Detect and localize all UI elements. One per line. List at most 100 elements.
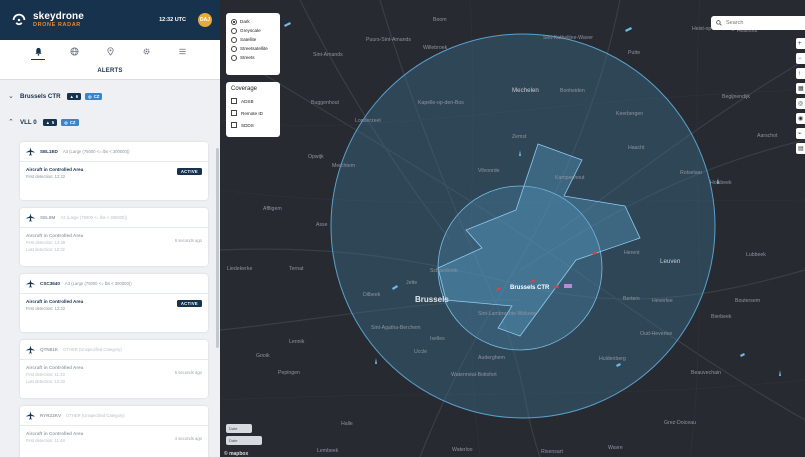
- map-style-label: Dark: [240, 19, 250, 24]
- place-label: Lembeek: [317, 448, 339, 454]
- alert-count: 5: [51, 119, 55, 125]
- radio-button[interactable]: [231, 18, 237, 25]
- alert-group-vll0[interactable]: ⌃ VLL 0 ▲ 5 ◎ CZ: [0, 112, 220, 132]
- alert-last-detection: Last detection: 12:33: [26, 379, 65, 384]
- map-style-label: Streetsatellite: [240, 46, 268, 51]
- alert-age: 4 seconds ago: [174, 436, 202, 441]
- coverage-option[interactable]: Remote ID: [231, 107, 275, 119]
- place-label: Asse: [316, 222, 328, 228]
- coverage-option[interactable]: SDDS: [231, 119, 275, 131]
- map-style-label: Satellite: [240, 37, 257, 42]
- search-input[interactable]: [726, 20, 796, 26]
- place-label: Holsbeek: [710, 180, 732, 186]
- map-tool-button[interactable]: ◉: [796, 113, 805, 124]
- alert-card-header: SEL1ED A3 (Large (75000 <= lbs < 300000)…: [20, 142, 208, 162]
- sidebar-tabs: [0, 40, 220, 62]
- alert-card-header: QTN61K OTHER (Unspecified Category): [20, 340, 208, 360]
- alert-card[interactable]: RYR22KV OTHER (Unspecified Category) Air…: [20, 406, 208, 457]
- map-style-option[interactable]: Streetsatellite: [231, 44, 275, 53]
- place-label: Lennik: [289, 339, 305, 345]
- place-label: Sint-Agatha-Berchem: [371, 325, 421, 331]
- alert-card[interactable]: SEL8M A3 (Large (75000 <= lbs < 300000))…: [20, 208, 208, 266]
- place-label: Rixensart: [541, 449, 563, 455]
- radio-button[interactable]: [231, 54, 237, 61]
- radio-button[interactable]: [231, 27, 237, 34]
- app-window: Brussels Leuven Mechelen Boom Puurs-Sint-Ama…: [0, 0, 805, 457]
- place-label: Begijnendijk: [722, 94, 750, 100]
- map-canvas[interactable]: [220, 0, 805, 457]
- alert-card[interactable]: QTN61K OTHER (Unspecified Category) Airc…: [20, 340, 208, 398]
- time-chip[interactable]: Date: [226, 424, 252, 433]
- alert-category: A3 (Large (75000 <= lbs < 300000)): [60, 215, 128, 220]
- map-style-option[interactable]: Streets: [231, 53, 275, 62]
- map-tool-button[interactable]: −: [796, 53, 805, 64]
- alert-group-brussels-ctr[interactable]: ⌄ Brussels CTR ▲ 6 ◎ CZ: [0, 86, 220, 106]
- tab-alerts[interactable]: [27, 40, 49, 62]
- place-label: Uccle: [414, 349, 427, 355]
- airplane-icon: [26, 345, 35, 354]
- place-label: Bertem: [623, 296, 640, 302]
- controlled-zone-label: CZ: [93, 93, 100, 99]
- map-tool-button[interactable]: +: [796, 38, 805, 49]
- coverage-option[interactable]: ADSB: [231, 95, 275, 107]
- map-style-option[interactable]: Satellite: [231, 35, 275, 44]
- gear-icon: [143, 48, 149, 54]
- search-icon: [716, 20, 722, 26]
- avatar[interactable]: DAJ: [198, 13, 212, 27]
- brand-name: skeydrone: [33, 10, 84, 22]
- status-badge: ACTIVE: [176, 300, 202, 307]
- tab-locations[interactable]: [99, 40, 121, 62]
- checkbox[interactable]: [231, 98, 237, 104]
- alert-category: A3 (Large (75000 <= lbs < 300000)): [62, 149, 130, 154]
- place-label: Beauvechain: [691, 370, 721, 376]
- chevron-down-icon: ⌄: [8, 93, 14, 100]
- alert-card-header: SEL8M A3 (Large (75000 <= lbs < 300000)): [20, 208, 208, 228]
- alert-card[interactable]: CSC3640 A3 (Large (75000 <= lbs < 300000…: [20, 274, 208, 332]
- place-label: Merchtem: [332, 163, 356, 169]
- alert-age: 5 seconds ago: [174, 370, 202, 375]
- map-tool-button[interactable]: ▤: [796, 143, 805, 154]
- controlled-zone-label: CZ: [69, 119, 76, 125]
- airplane-icon: [26, 147, 35, 156]
- map-tool-button[interactable]: ▦: [796, 83, 805, 94]
- place-label: Pepingen: [278, 370, 300, 376]
- sidebar-scrollbar[interactable]: [216, 148, 219, 348]
- map-tool-button[interactable]: ◎: [796, 98, 805, 109]
- place-label: Oud-Heverlee: [640, 331, 673, 337]
- place-label: Grez-Doiceau: [664, 420, 697, 426]
- group-name: VLL 0: [20, 118, 37, 126]
- tab-menu[interactable]: [171, 40, 193, 62]
- checkbox[interactable]: [231, 110, 237, 116]
- place-label: Sint-Lambrechts-Woluwe: [478, 311, 536, 317]
- place-label: Wavre: [608, 445, 623, 451]
- alert-first-detection: First detection: 12:22: [26, 174, 66, 179]
- map-search[interactable]: [711, 16, 805, 30]
- time-chip[interactable]: Date: [226, 436, 262, 445]
- place-label: Schaerbeek: [430, 268, 458, 274]
- radio-button[interactable]: [231, 36, 237, 43]
- tab-settings[interactable]: [135, 40, 157, 62]
- map-toolbar: + − ↑ ▦ ◎ ◉ ⌁ ▤: [796, 38, 805, 158]
- map-tool-button[interactable]: ↑: [796, 68, 805, 79]
- alert-category: OTHER (Unspecified Category): [66, 413, 125, 418]
- controlled-zone-badge: ◎ CZ: [61, 118, 79, 126]
- alert-count-badge: ▲ 6: [66, 92, 82, 100]
- place-label: Affligem: [263, 206, 282, 212]
- map-style-label: Streets: [240, 55, 255, 60]
- controlled-zone-badge: ◎ CZ: [85, 92, 103, 100]
- alert-card-header: RYR22KV OTHER (Unspecified Category): [20, 406, 208, 426]
- place-label: Jette: [406, 280, 418, 286]
- checkbox[interactable]: [231, 122, 237, 128]
- map-style-option[interactable]: Dark: [231, 17, 275, 26]
- place-label: Kampenhout: [555, 175, 585, 181]
- place-label: Kapelle-op-den-Bos: [418, 100, 464, 106]
- alert-type: Aircraft in Controlled Area: [26, 299, 84, 304]
- alerts-title: ALERTS: [0, 62, 220, 80]
- alert-card[interactable]: SEL1ED A3 (Large (75000 <= lbs < 300000)…: [20, 142, 208, 200]
- radio-button[interactable]: [231, 45, 237, 52]
- tab-map[interactable]: [63, 40, 85, 62]
- place-label: Waterloo: [452, 447, 473, 453]
- brand-logo[interactable]: skeydrone DRONE RADAR: [10, 11, 84, 29]
- map-style-option[interactable]: Greyscale: [231, 26, 275, 35]
- map-tool-button[interactable]: ⌁: [796, 128, 805, 139]
